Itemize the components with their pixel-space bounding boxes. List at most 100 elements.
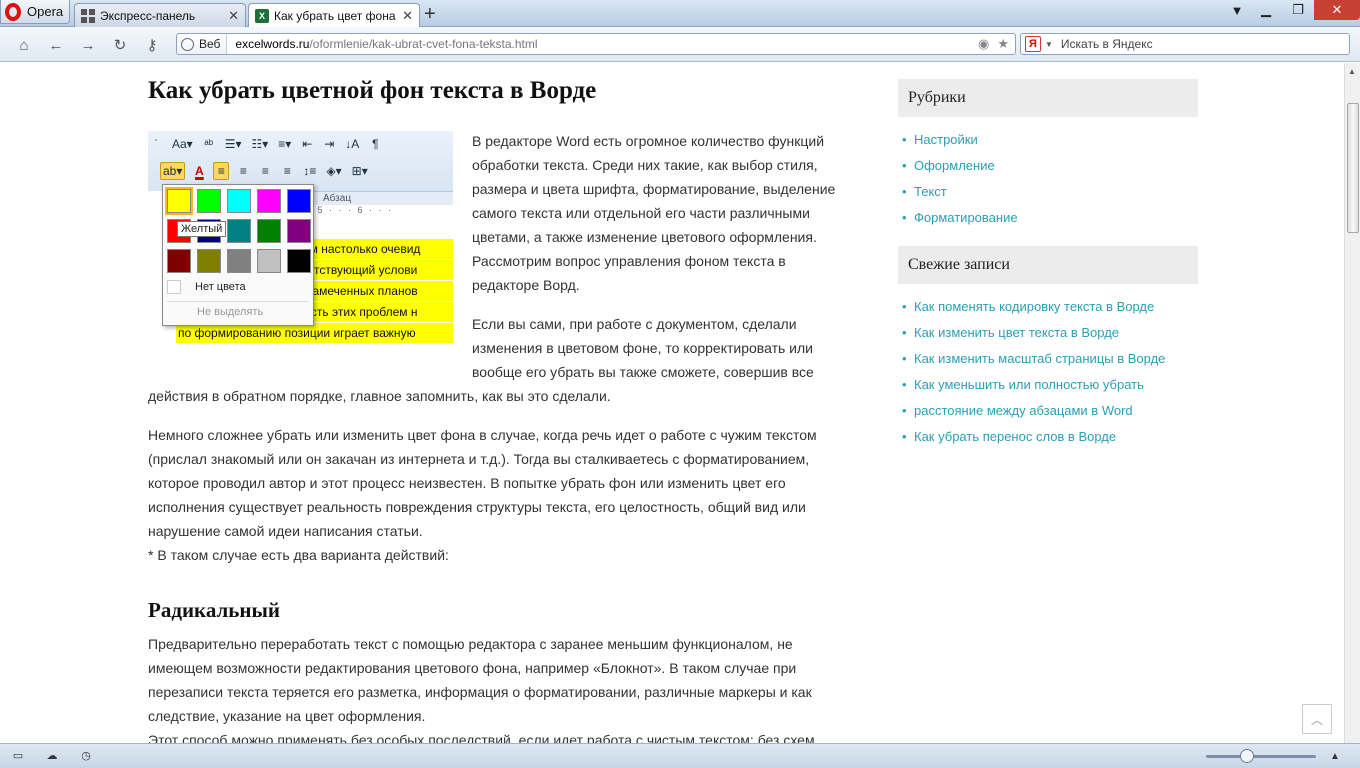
- rubrics-list: Настройки Оформление Текст Форматировани…: [898, 117, 1198, 231]
- color-swatch: [197, 189, 221, 213]
- scroll-up-icon[interactable]: ▲: [1348, 67, 1356, 76]
- minimize-icon[interactable]: ▁: [1250, 0, 1282, 20]
- paragraph-3-block: Немного сложнее убрать или изменить цвет…: [148, 423, 848, 567]
- justify-icon: ≡: [283, 164, 291, 178]
- recent-post-link[interactable]: Как поменять кодировку текста в Ворде: [902, 294, 1198, 320]
- zoom-menu-icon[interactable]: ▲: [1330, 751, 1340, 762]
- panel-toggle-icon[interactable]: ▭: [10, 750, 26, 762]
- globe-icon: [181, 37, 194, 51]
- tab-label: Как убрать цвет фона ...: [274, 9, 399, 23]
- close-tab-icon[interactable]: ✕: [228, 8, 239, 24]
- rubric-link[interactable]: Оформление: [902, 153, 1198, 179]
- font-color-icon: A: [195, 164, 204, 178]
- opera-menu-button[interactable]: Opera: [0, 0, 70, 24]
- color-swatch: [287, 189, 311, 213]
- paragraph-4: Предварительно переработать текст с помо…: [148, 636, 812, 724]
- url-text[interactable]: excelwords.ru/oformlenie/kak-ubrat-cvet-…: [227, 37, 978, 51]
- word-screenshot-image: ˈ Aa▾ ᵃᵇ ☰▾ ☷▾ ≡▾ ⇤ ⇥ ↓A ¶ ab▾ A ≡ ≡ ≡ ≡…: [148, 131, 453, 343]
- word-ribbon: ˈ Aa▾ ᵃᵇ ☰▾ ☷▾ ≡▾ ⇤ ⇥ ↓A ¶ ab▾ A ≡ ≡ ≡ ≡…: [148, 131, 453, 191]
- recent-post-link[interactable]: Как убрать перенос слов в Ворде: [902, 424, 1198, 450]
- navigation-bar: ⌂ ← → ↻ ⚷ Веб excelwords.ru/oformlenie/k…: [0, 27, 1360, 62]
- yandex-icon[interactable]: Я: [1025, 36, 1041, 52]
- new-tab-button[interactable]: +: [424, 3, 436, 25]
- ribbon-divider-icon: ˈ: [154, 137, 158, 151]
- recent-post-link-continued[interactable]: расстояние между абзацами в Word: [902, 398, 1198, 424]
- url-path: /oformlenie/kak-ubrat-cvet-fona-teksta.h…: [309, 37, 538, 51]
- back-icon[interactable]: ←: [46, 35, 66, 55]
- home-icon[interactable]: ⌂: [14, 35, 34, 55]
- scroll-to-top-button[interactable]: ︿: [1302, 704, 1332, 734]
- no-color-label: Нет цвета: [195, 281, 246, 293]
- close-window-icon[interactable]: ✕: [1314, 0, 1360, 20]
- search-input[interactable]: Я ▼ Искать в Яндекс: [1020, 33, 1350, 55]
- paragraph-5: Этот способ можно применять без особых п…: [148, 732, 815, 743]
- numbering-icon: ☷▾: [251, 137, 269, 151]
- highlight-color-palette: Желтый Нет цвета Не выделять: [162, 184, 314, 326]
- page-title: Как убрать цветной фон текста в Ворде: [148, 77, 597, 104]
- change-case-icon: Aa▾: [172, 137, 193, 151]
- paragraph-3-note: * В таком случае есть два варианта дейст…: [148, 547, 449, 563]
- excel-icon: X: [255, 9, 269, 23]
- page-content: Как убрать цветной фон текста в Ворде ˈ …: [0, 63, 1344, 743]
- status-bar: ▭ ☁ ◷ ▲: [0, 743, 1360, 768]
- align-left-icon: ≡: [213, 162, 230, 180]
- rubrics-widget: Рубрики Настройки Оформление Текст Форма…: [898, 79, 1198, 231]
- color-swatch: [165, 187, 193, 215]
- speed-dial-icon[interactable]: ◷: [78, 750, 94, 762]
- tab-list-icon[interactable]: ▼: [1224, 0, 1250, 20]
- reload-icon[interactable]: ↻: [110, 35, 130, 55]
- indent-icon: ⇤: [302, 137, 313, 151]
- paragraph-3: Немного сложнее убрать или изменить цвет…: [148, 427, 817, 539]
- intro-float: В редакторе Word есть огромное количеств…: [472, 129, 852, 384]
- bullets-icon: ☰▾: [224, 137, 242, 151]
- sort-icon: ↓A: [345, 137, 360, 151]
- maximize-icon[interactable]: ❐: [1282, 0, 1314, 20]
- rss-icon[interactable]: ◉: [978, 36, 989, 52]
- color-tooltip: Желтый: [177, 221, 227, 237]
- recent-post-link[interactable]: Как изменить масштаб страницы в Ворде: [902, 346, 1198, 372]
- align-center-icon: ≡: [239, 164, 247, 178]
- color-swatch: [227, 219, 251, 243]
- bookmark-star-icon[interactable]: ★: [997, 36, 1009, 52]
- line-spacing-icon: ↕≡: [303, 164, 317, 178]
- zoom-slider-handle[interactable]: [1240, 749, 1254, 763]
- widget-title: Свежие записи: [898, 246, 1198, 284]
- opera-logo-icon: [5, 2, 21, 21]
- url-host: excelwords.ru: [235, 37, 310, 51]
- vertical-scrollbar[interactable]: ▲: [1344, 63, 1360, 743]
- multilevel-icon: ≡▾: [278, 137, 292, 151]
- color-swatch: [167, 249, 191, 273]
- site-info-label: Веб: [199, 37, 221, 51]
- forward-icon[interactable]: →: [78, 35, 98, 55]
- recent-post-link[interactable]: Как уменьшить или полностью убрать: [902, 372, 1198, 398]
- color-swatch: [197, 249, 221, 273]
- zoom-slider[interactable]: [1206, 755, 1316, 758]
- color-swatch: [257, 219, 281, 243]
- outdent-icon: ⇥: [324, 137, 335, 151]
- ribbon-row: ab▾ A ≡ ≡ ≡ ≡ ↕≡ ◈▾ ⊞▾: [160, 160, 370, 182]
- ribbon-group-label: Абзац: [323, 193, 352, 204]
- tab-bar: Opera Экспресс-панель ✕ X Как убрать цве…: [0, 0, 1360, 28]
- search-placeholder: Искать в Яндекс: [1060, 37, 1153, 51]
- scrollbar-thumb[interactable]: [1347, 103, 1359, 233]
- rubric-link[interactable]: Настройки: [902, 127, 1198, 153]
- highlight-color-icon: ab▾: [160, 162, 186, 180]
- recent-post-link[interactable]: Как изменить цвет текста в Ворде: [902, 320, 1198, 346]
- recent-posts-list: Как поменять кодировку текста в Ворде Ка…: [898, 284, 1198, 450]
- site-info-button[interactable]: Веб: [177, 34, 228, 54]
- document-line: по формированию позиции играет важную: [176, 323, 453, 343]
- chevron-down-icon[interactable]: ▼: [1045, 40, 1053, 49]
- opera-menu-label: Opera: [27, 4, 64, 19]
- rubric-link[interactable]: Форматирование: [902, 205, 1198, 231]
- ribbon-row: ˈ Aa▾ ᵃᵇ ☰▾ ☷▾ ≡▾ ⇤ ⇥ ↓A ¶: [148, 133, 383, 155]
- key-icon[interactable]: ⚷: [142, 35, 162, 55]
- recent-posts-widget: Свежие записи Как поменять кодировку тек…: [898, 246, 1198, 450]
- cloud-icon[interactable]: ☁: [44, 750, 60, 762]
- color-swatch: [227, 249, 251, 273]
- rubric-link[interactable]: Текст: [902, 179, 1198, 205]
- close-tab-icon[interactable]: ✕: [402, 8, 413, 24]
- tab-express-panel[interactable]: Экспресс-панель ✕: [74, 3, 246, 27]
- tab-label: Экспресс-панель: [100, 8, 196, 23]
- address-field[interactable]: Веб excelwords.ru/oformlenie/kak-ubrat-c…: [176, 33, 1016, 55]
- tab-article[interactable]: X Как убрать цвет фона ... ✕: [248, 3, 420, 28]
